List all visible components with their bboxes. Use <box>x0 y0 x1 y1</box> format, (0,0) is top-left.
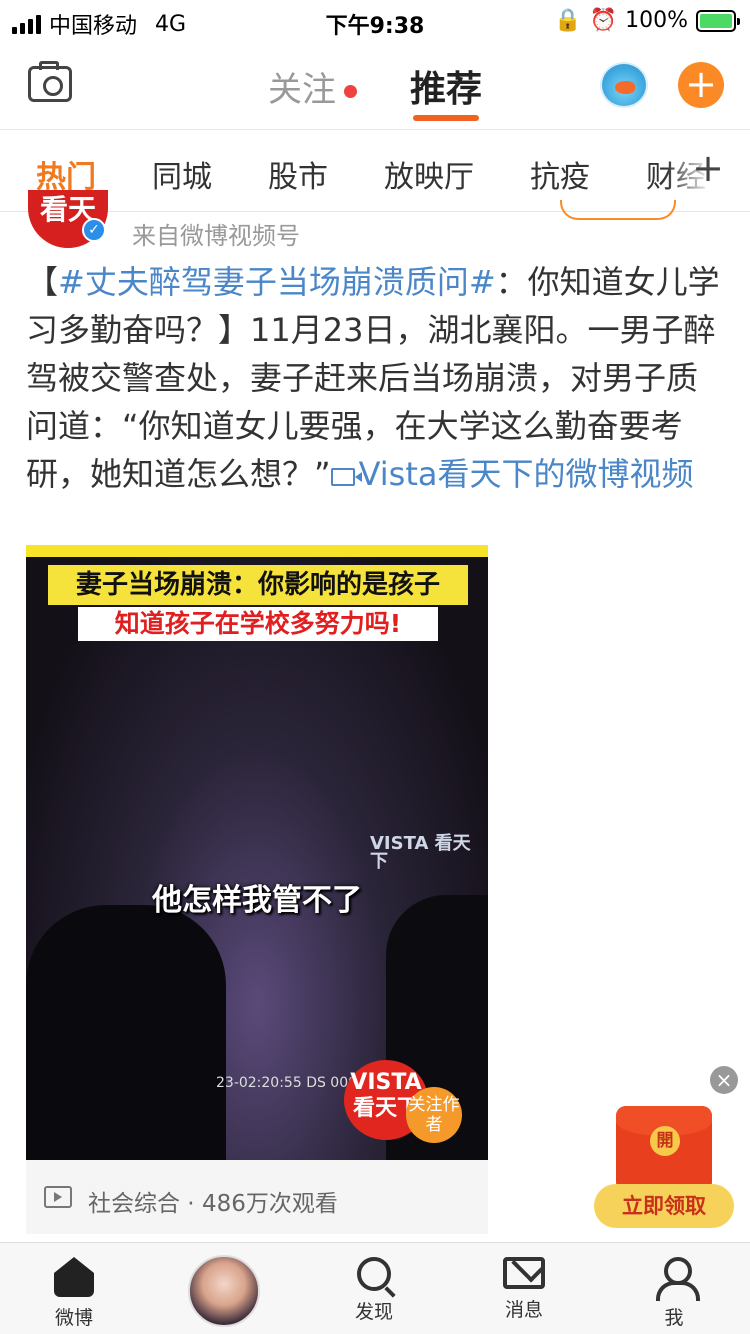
tab-messages-label: 消息 <box>504 1299 543 1321</box>
channel-local[interactable]: 同城 <box>152 152 212 196</box>
video-player[interactable]: 妻子当场崩溃：你影响的是孩子 知道孩子在学校多努力吗! VISTA 看天下 他怎… <box>26 545 488 1160</box>
lock-rotation-icon: 🔒 <box>554 8 582 33</box>
tab-follow-label: 关注 <box>268 70 336 110</box>
post-source: 来自微博视频号 <box>132 222 300 250</box>
channel-cinema[interactable]: 放映厅 <box>384 152 474 196</box>
video-watermark: VISTA 看天下 <box>370 833 471 872</box>
battery-percent: 100% <box>625 8 688 33</box>
post-header: 看天 ✓ 来自微博视频号 <box>0 190 750 252</box>
video-link-icon <box>330 468 362 486</box>
post-text: 【#丈夫醉驾妻子当场崩溃质问#：你知道女儿学习多勤奋吗？】11月23日，湖北襄阳… <box>26 258 726 498</box>
topic-link[interactable]: #丈夫醉驾妻子当场崩溃质问# <box>58 263 496 301</box>
video-category: 社会综合 <box>88 1191 180 1217</box>
video-info-bar: 社会综合 · 486万次观看 <box>26 1160 488 1234</box>
follow-button[interactable] <box>560 200 676 220</box>
tab-home[interactable]: 微博 <box>24 1251 124 1330</box>
tab-bar: 微博 发现 消息 我 <box>0 1242 750 1334</box>
channel-stocks[interactable]: 股市 <box>268 152 328 196</box>
meta-separator: · <box>180 1191 202 1217</box>
claim-button[interactable]: 立即领取 <box>594 1184 734 1228</box>
tab-me-label: 我 <box>664 1307 684 1329</box>
center-avatar-button[interactable] <box>188 1255 260 1327</box>
verified-icon: ✓ <box>82 218 106 242</box>
follow-author-button[interactable]: 关注作者 <box>406 1087 462 1143</box>
tab-recommend[interactable]: 推荐 <box>410 60 482 112</box>
camera-icon[interactable] <box>28 61 72 102</box>
notification-dot <box>344 85 357 98</box>
compose-button[interactable]: + <box>678 62 724 108</box>
video-person-left <box>26 905 226 1160</box>
tab-me[interactable]: 我 <box>624 1251 724 1330</box>
mail-icon <box>503 1257 545 1289</box>
battery-icon <box>696 9 740 32</box>
video-meta: 社会综合 · 486万次观看 <box>88 1184 338 1218</box>
tab-home-label: 微博 <box>54 1307 93 1329</box>
bracket: 【 <box>26 263 59 301</box>
profile-icon <box>654 1257 700 1301</box>
status-bar: 中国移动 4G 下午9:38 🔒 ⏰ 100% <box>0 0 750 42</box>
video-link[interactable]: Vista看天下的微博视频 <box>330 455 694 493</box>
tab-follow[interactable]: 关注 <box>268 62 357 111</box>
channel-epidemic[interactable]: 抗疫 <box>530 152 590 196</box>
red-packet-open-icon: 開 <box>650 1126 680 1156</box>
caption-strip <box>26 545 488 557</box>
channel-add-icon[interactable]: + <box>692 146 724 190</box>
video-link-label: Vista看天下的微博视频 <box>358 455 694 493</box>
top-nav: 关注 推荐 + <box>0 42 750 130</box>
tab-messages[interactable]: 消息 <box>474 1251 574 1322</box>
tab-discover-label: 发现 <box>354 1301 393 1323</box>
video-caption-1: 妻子当场崩溃：你影响的是孩子 <box>48 565 468 605</box>
video-play-icon <box>44 1186 72 1208</box>
alarm-icon: ⏰ <box>589 8 618 33</box>
video-subtitle: 他怎样我管不了 <box>152 883 362 918</box>
search-icon <box>357 1257 391 1291</box>
video-caption-2: 知道孩子在学校多努力吗! <box>78 607 438 641</box>
tab-discover[interactable]: 发现 <box>324 1251 424 1324</box>
view-count: 486万次观看 <box>201 1191 338 1217</box>
fishbowl-icon[interactable] <box>600 62 648 108</box>
close-icon[interactable]: × <box>710 1066 738 1094</box>
active-tab-indicator <box>413 115 479 121</box>
red-packet-ad[interactable]: 開 <box>616 1106 712 1192</box>
home-icon <box>54 1257 94 1297</box>
